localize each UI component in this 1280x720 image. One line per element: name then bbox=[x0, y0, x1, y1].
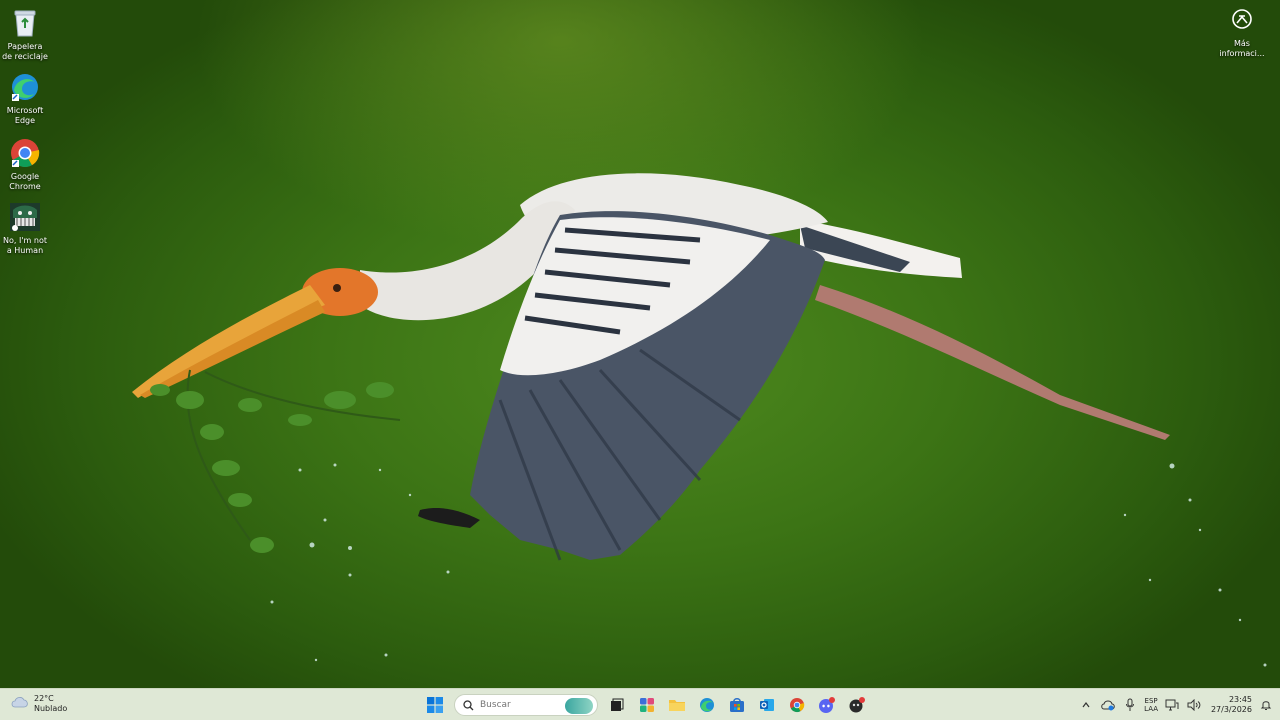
cloud-icon bbox=[10, 695, 30, 714]
windows-start-icon bbox=[427, 697, 443, 713]
desktop-icon-game[interactable]: No, I'm not a Human bbox=[2, 200, 48, 256]
clock[interactable]: 23:45 27/3/2026 bbox=[1208, 695, 1252, 715]
network-button[interactable] bbox=[1164, 697, 1180, 713]
game-icon bbox=[849, 697, 865, 713]
edge-taskbar-button[interactable] bbox=[696, 694, 718, 716]
keyboard-layout: LAA bbox=[1144, 705, 1158, 713]
desktop-icon-label: Papelera de reciclaje bbox=[2, 42, 48, 61]
weather-condition: Nublado bbox=[34, 704, 68, 713]
show-hidden-icons-button[interactable] bbox=[1078, 697, 1094, 713]
desktop-icon-edge[interactable]: Microsoft Edge bbox=[2, 70, 48, 126]
weather-temp: 22°C bbox=[34, 694, 54, 703]
system-tray: ESP LAA 23:45 27/3/2026 bbox=[1078, 692, 1274, 718]
network-icon bbox=[1165, 699, 1179, 711]
taskbar-search[interactable] bbox=[454, 694, 598, 716]
task-view-button[interactable] bbox=[606, 694, 628, 716]
desktop-icon-label: No, I'm not a Human bbox=[3, 236, 47, 255]
chrome-icon bbox=[8, 136, 42, 170]
desktop-icon-label: Google Chrome bbox=[9, 172, 41, 191]
more-info-label: Más informaci... bbox=[1219, 39, 1265, 58]
spotlight-more-info[interactable]: Más informaci... bbox=[1216, 8, 1268, 59]
edge-icon bbox=[8, 70, 42, 104]
taskbar-center bbox=[424, 692, 868, 718]
widgets-button[interactable] bbox=[636, 694, 658, 716]
discord-button[interactable] bbox=[816, 694, 838, 716]
game-taskbar-button[interactable] bbox=[846, 694, 868, 716]
widgets-icon bbox=[640, 698, 654, 712]
desktop-icon-recycle-bin[interactable]: Papelera de reciclaje bbox=[2, 6, 48, 62]
file-explorer-button[interactable] bbox=[666, 694, 688, 716]
edge-icon bbox=[700, 698, 714, 712]
language-code: ESP bbox=[1144, 697, 1158, 705]
cloud-sync-icon bbox=[1101, 700, 1115, 711]
bell-icon bbox=[1260, 701, 1272, 710]
start-button[interactable] bbox=[424, 694, 446, 716]
microphone-icon bbox=[1126, 698, 1135, 711]
chrome-taskbar-button[interactable] bbox=[786, 694, 808, 716]
desktop: Papelera de reciclaje Microsoft Edge Goo… bbox=[0, 0, 1280, 688]
discord-icon bbox=[819, 697, 835, 713]
task-view-icon bbox=[611, 698, 624, 711]
taskbar: 22°C Nublado Buscar ESP LAA 23:45 27/3/2… bbox=[0, 688, 1280, 720]
game-icon bbox=[8, 200, 42, 234]
speaker-icon bbox=[1187, 699, 1201, 711]
microphone-button[interactable] bbox=[1122, 697, 1138, 713]
desktop-icon-label: Microsoft Edge bbox=[6, 106, 44, 125]
weather-widget[interactable]: 22°C Nublado bbox=[10, 694, 67, 714]
chevron-up-icon bbox=[1082, 702, 1090, 708]
info-circle-icon bbox=[1231, 8, 1253, 35]
outlook-icon bbox=[760, 699, 774, 711]
clock-date: 27/3/2026 bbox=[1210, 705, 1252, 714]
store-button[interactable] bbox=[726, 694, 748, 716]
recycle-bin-icon bbox=[8, 6, 42, 40]
volume-button[interactable] bbox=[1186, 697, 1202, 713]
wallpaper-stork-image bbox=[132, 173, 1267, 667]
clock-time: 23:45 bbox=[1228, 695, 1252, 704]
notifications-button[interactable] bbox=[1258, 697, 1274, 713]
desktop-icon-chrome[interactable]: Google Chrome bbox=[2, 136, 48, 192]
search-input[interactable] bbox=[480, 700, 560, 710]
search-highlight-image bbox=[565, 698, 593, 714]
chrome-icon bbox=[790, 698, 805, 713]
store-icon bbox=[730, 698, 744, 712]
language-indicator[interactable]: ESP LAA bbox=[1144, 697, 1158, 713]
search-icon bbox=[463, 699, 474, 710]
onedrive-button[interactable] bbox=[1100, 697, 1116, 713]
folder-icon bbox=[669, 700, 685, 711]
outlook-button[interactable] bbox=[756, 694, 778, 716]
